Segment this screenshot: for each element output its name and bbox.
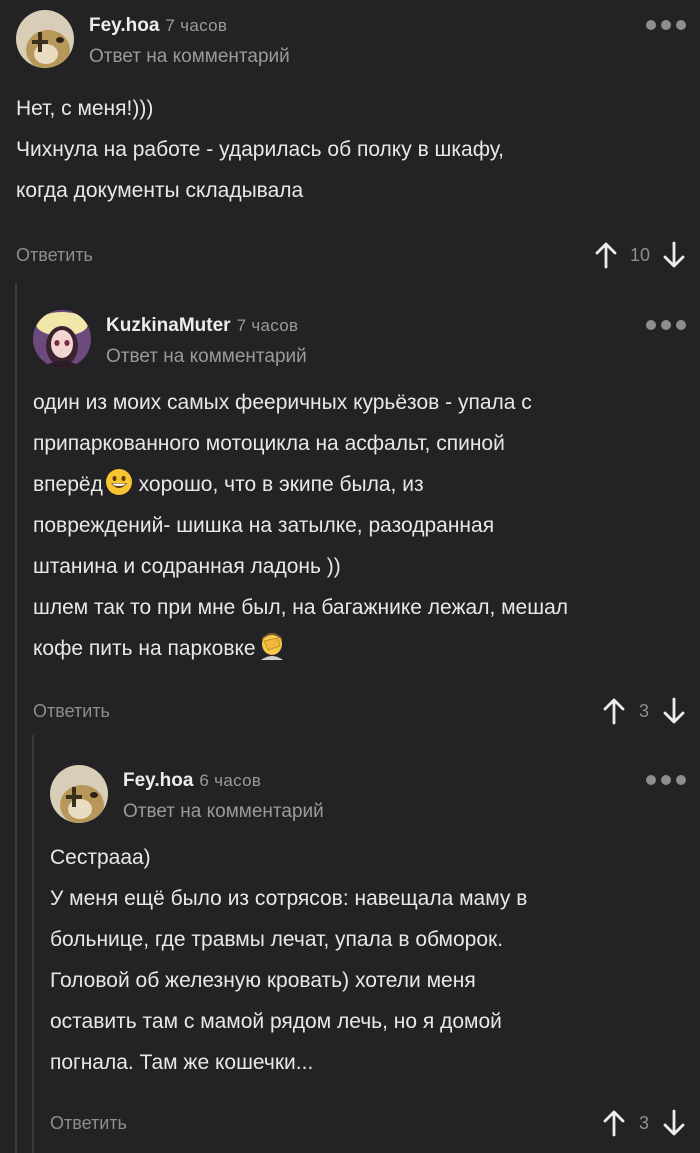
comment-body: Нет, с меня!))) Чихнула на работе - удар… [16, 88, 686, 211]
author-name[interactable]: KuzkinaMuter 7 часов [106, 315, 298, 337]
comment-text-line: Чихнула на работе - ударилась об полку в… [16, 138, 505, 161]
vote-count: 10 [629, 244, 650, 265]
comment-text-line: штанина и содранная ладонь )) [33, 555, 341, 578]
comment-text-line: У меня ещё было из сотрясов: навещала ма… [50, 887, 528, 910]
doge-avatar-icon[interactable] [16, 10, 74, 68]
comment-body: Сестрааа) У меня ещё было из сотрясов: н… [50, 837, 686, 1083]
more-options-icon[interactable] [646, 320, 686, 330]
vote-controls: 10 [594, 239, 686, 271]
comment-text-line: погнала. Там же кошечки... [50, 1051, 314, 1074]
comment-time: 6 часов [199, 771, 262, 790]
comment-text-line: шлем так то при мне был, на багажнике ле… [33, 596, 569, 619]
downvote-arrow-icon[interactable] [662, 697, 686, 725]
facepalm-icon [260, 633, 283, 660]
downvote-arrow-icon[interactable] [662, 241, 686, 269]
comment-actions: Ответить 10 [16, 237, 686, 277]
comment-text-line: оставить там с мамой рядом лечь, но я до… [50, 1010, 502, 1033]
downvote-arrow-icon[interactable] [662, 1109, 686, 1137]
comment-text-line: когда документы складывала [16, 179, 304, 202]
reply-button[interactable]: Ответить [50, 1113, 127, 1134]
author-link[interactable]: KuzkinaMuter [106, 315, 231, 336]
comment-text-line: припаркованного мотоцикла на асфальт, сп… [33, 432, 505, 455]
comment-text-line: кофе пить на парковке [33, 628, 686, 669]
upvote-arrow-icon[interactable] [602, 697, 626, 725]
comment-text-fragment: кофе пить на парковке [33, 637, 256, 660]
comment-header: KuzkinaMuter 7 часов Ответ на комментарий [33, 300, 686, 370]
comment-text-line: больнице, где травмы лечат, упала в обмо… [50, 928, 504, 951]
comment-text-line: Сестрааа) [50, 846, 151, 869]
reply-to-link[interactable]: Ответ на комментарий [89, 46, 290, 68]
more-options-icon[interactable] [646, 20, 686, 30]
comment-text-line: повреждений- шишка на затылке, разодранн… [33, 514, 495, 537]
comment-text-line: один из моих самых фееричных курьёзов - … [33, 391, 532, 414]
comment-time: 7 часов [236, 316, 299, 335]
comment-actions: Ответить 3 [33, 693, 686, 733]
reply-button[interactable]: Ответить [16, 245, 93, 266]
anime-girl-avatar-icon[interactable] [33, 310, 91, 368]
comment-text-line: Головой об железную кровать) хотели меня [50, 969, 476, 992]
vote-controls: 3 [602, 1107, 686, 1139]
vote-controls: 3 [602, 695, 686, 727]
upvote-arrow-icon[interactable] [602, 1109, 626, 1137]
author-name[interactable]: Fey.hoa 6 часов [123, 770, 261, 792]
grinning-face-icon [105, 469, 132, 495]
vote-count: 3 [638, 700, 649, 721]
comment-header: Fey.hoa 6 часов Ответ на комментарий [50, 755, 686, 825]
reply-button[interactable]: Ответить [33, 701, 110, 722]
author-link[interactable]: Fey.hoa [123, 770, 193, 791]
thread-line[interactable] [15, 283, 17, 1153]
comment-text-line: вперёд хорошо, что в экипе была, из [33, 464, 686, 505]
comment-body: один из моих самых фееричных курьёзов - … [33, 382, 686, 669]
comment-text-fragment: хорошо, что в экипе была, из [132, 473, 424, 496]
upvote-arrow-icon[interactable] [594, 241, 618, 269]
comment: Fey.hoa 6 часов Ответ на комментарий Сест… [50, 755, 686, 1145]
comment: KuzkinaMuter 7 часов Ответ на комментарий… [33, 300, 686, 733]
comment-time: 7 часов [165, 16, 228, 35]
comment-header: Fey.hoa 7 часов Ответ на комментарий [16, 0, 686, 70]
comment-text-line: Нет, с меня!))) [16, 97, 154, 120]
reply-to-link[interactable]: Ответ на комментарий [123, 801, 324, 823]
more-options-icon[interactable] [646, 775, 686, 785]
author-link[interactable]: Fey.hoa [89, 15, 159, 36]
doge-avatar-icon[interactable] [50, 765, 108, 823]
comment: Fey.hoa 7 часов Ответ на комментарий Нет,… [16, 0, 686, 277]
comment-text-fragment: вперёд [33, 473, 103, 496]
author-name[interactable]: Fey.hoa 7 часов [89, 15, 227, 37]
vote-count: 3 [638, 1112, 649, 1133]
thread-line[interactable] [32, 735, 34, 1153]
comment-actions: Ответить 3 [50, 1105, 686, 1145]
reply-to-link[interactable]: Ответ на комментарий [106, 346, 307, 368]
